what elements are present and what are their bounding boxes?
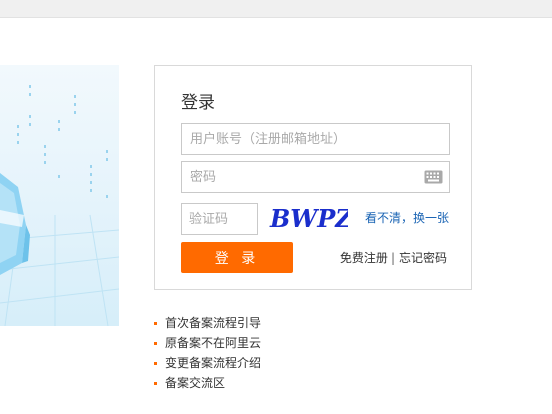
list-item: 变更备案流程介绍	[154, 353, 261, 373]
keyboard-icon[interactable]	[424, 170, 443, 184]
refresh-captcha-link[interactable]: 看不清，换一张	[365, 209, 449, 226]
help-links: 首次备案流程引导 原备案不在阿里云 变更备案流程介绍 备案交流区	[154, 313, 261, 393]
list-item: 原备案不在阿里云	[154, 333, 261, 353]
bullet-icon	[154, 382, 157, 385]
username-input[interactable]	[182, 124, 449, 154]
link-separator: |	[390, 251, 395, 265]
help-link-not-aliyun[interactable]: 原备案不在阿里云	[165, 336, 261, 350]
captcha-input[interactable]	[182, 204, 257, 234]
banner-illustration	[0, 65, 119, 326]
help-link-forum[interactable]: 备案交流区	[165, 376, 225, 390]
list-item: 首次备案流程引导	[154, 313, 261, 333]
forgot-password-link[interactable]: 忘记密码	[399, 251, 447, 265]
bullet-icon	[154, 322, 157, 325]
username-field[interactable]	[181, 123, 450, 155]
captcha-text: BWPZ	[269, 204, 348, 233]
captcha-field[interactable]	[181, 203, 258, 235]
help-link-first-filing[interactable]: 首次备案流程引导	[165, 316, 261, 330]
login-title: 登录	[181, 93, 215, 113]
banner-graphic	[0, 85, 119, 326]
password-input[interactable]	[182, 162, 449, 192]
list-item: 备案交流区	[154, 373, 261, 393]
account-links: 免费注册 | 忘记密码	[340, 249, 447, 266]
bullet-icon	[154, 362, 157, 365]
register-link[interactable]: 免费注册	[340, 251, 388, 265]
help-link-change-process[interactable]: 变更备案流程介绍	[165, 356, 261, 370]
login-button[interactable]: 登 录	[181, 242, 293, 273]
password-field[interactable]	[181, 161, 450, 193]
captcha-image[interactable]: BWPZ	[268, 202, 348, 234]
top-bar	[0, 0, 552, 18]
login-panel: 登录 BWPZ 看不清，换一张 登 录 免费注册| 忘记密码	[154, 65, 472, 290]
bullet-icon	[154, 342, 157, 345]
